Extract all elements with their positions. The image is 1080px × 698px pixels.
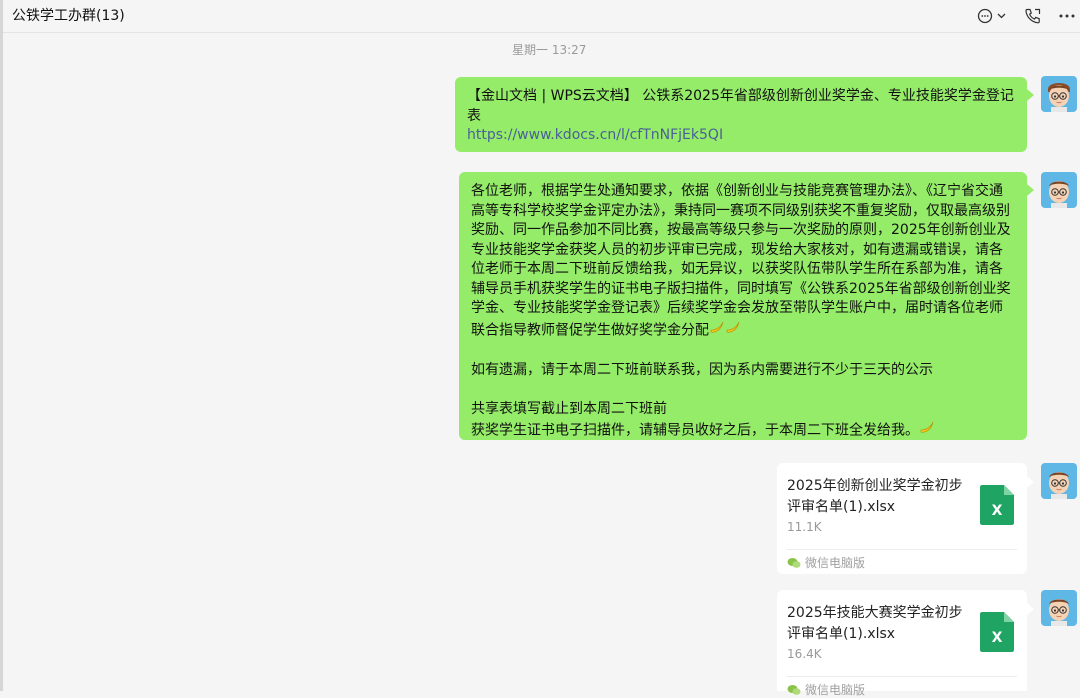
message-timestamp: 星期一 13:27 xyxy=(512,43,587,57)
avatar[interactable] xyxy=(1041,76,1077,112)
svg-text:X: X xyxy=(992,630,1003,646)
avatar-icon xyxy=(1041,76,1077,112)
avatar-icon xyxy=(1041,172,1077,208)
message-paragraph-1: 各位老师，根据学生处通知要求，依据《创新创业与技能竞赛管理办法》、《辽宁省交通高… xyxy=(471,182,1015,341)
bubble-tail xyxy=(1027,184,1034,196)
more-dots-icon xyxy=(1059,14,1075,18)
chat-header: 公铁学工办群(13) xyxy=(3,0,1080,33)
file-source-label: 微信电脑版 xyxy=(805,683,866,697)
bubble-tail xyxy=(1027,476,1034,488)
wechat-icon xyxy=(787,557,801,568)
file-source-label: 微信电脑版 xyxy=(805,556,866,570)
file-source: 微信电脑版 xyxy=(787,681,865,698)
more-options-button[interactable] xyxy=(1055,4,1079,28)
avatar-icon xyxy=(1041,463,1077,499)
bubble-tail xyxy=(1027,603,1034,615)
banana-emoji-icon xyxy=(725,319,741,342)
text-message-bubble[interactable]: 各位老师，根据学生处通知要求，依据《创新创业与技能竞赛管理办法》、《辽宁省交通高… xyxy=(459,172,1027,440)
voice-call-button[interactable] xyxy=(1021,4,1045,28)
file-message-card[interactable]: 2025年技能大赛奖学金初步评审名单(1).xlsx 16.4K X 微信电脑版 xyxy=(777,590,1027,697)
wechat-icon xyxy=(787,684,801,695)
link-url[interactable]: https://www.kdocs.cn/l/cfTnNFjEk5QI xyxy=(467,126,1015,146)
message-paragraph-2: 如有遗漏，请于本周二下班前联系我，因为系内需要进行不少于三天的公示 xyxy=(471,361,933,378)
file-message-card[interactable]: 2025年创新创业奖学金初步评审名单(1).xlsx 11.1K X 微信电脑版 xyxy=(777,463,1027,574)
message-paragraph-3a: 共享表填写截止到本周二下班前 xyxy=(471,400,667,417)
file-source: 微信电脑版 xyxy=(787,554,865,571)
svg-text:X: X xyxy=(992,503,1003,519)
avatar[interactable] xyxy=(1041,172,1077,208)
file-size: 11.1K xyxy=(787,520,822,534)
chat-options-button[interactable] xyxy=(973,4,1011,28)
avatar[interactable] xyxy=(1041,463,1077,499)
card-divider xyxy=(787,676,1017,677)
window-left-edge xyxy=(0,0,3,691)
message-paragraph-3b-text: 获奖学生证书电子扫描件，请辅导员收好之后，于本周二下班全发给我。 xyxy=(471,422,919,439)
card-divider xyxy=(787,549,1017,550)
message-paragraph-1-text: 各位老师，根据学生处通知要求，依据《创新创业与技能竞赛管理办法》、《辽宁省交通高… xyxy=(471,183,1011,338)
excel-file-icon: X xyxy=(980,612,1014,656)
banana-emoji-icon xyxy=(709,319,725,342)
link-message-bubble[interactable]: 【金山文档 | WPS云文档】 公铁系2025年省部级创新创业奖学金、专业技能奖… xyxy=(455,77,1027,152)
avatar[interactable] xyxy=(1041,590,1077,626)
chat-bubble-icon xyxy=(977,8,1006,24)
avatar-icon xyxy=(1041,590,1077,626)
group-title: 公铁学工办群(13) xyxy=(12,8,125,24)
excel-file-icon: X xyxy=(980,485,1014,529)
bubble-tail xyxy=(1027,89,1034,101)
file-name: 2025年创新创业奖学金初步评审名单(1).xlsx xyxy=(787,478,963,515)
phone-icon xyxy=(1025,8,1041,24)
file-name: 2025年技能大赛奖学金初步评审名单(1).xlsx xyxy=(787,605,963,642)
link-message-title: 【金山文档 | WPS云文档】 公铁系2025年省部级创新创业奖学金、专业技能奖… xyxy=(467,88,1014,124)
banana-emoji-icon xyxy=(919,419,935,442)
message-paragraph-3b: 获奖学生证书电子扫描件，请辅导员收好之后，于本周二下班全发给我。 xyxy=(471,419,1015,442)
file-size: 16.4K xyxy=(787,647,822,661)
